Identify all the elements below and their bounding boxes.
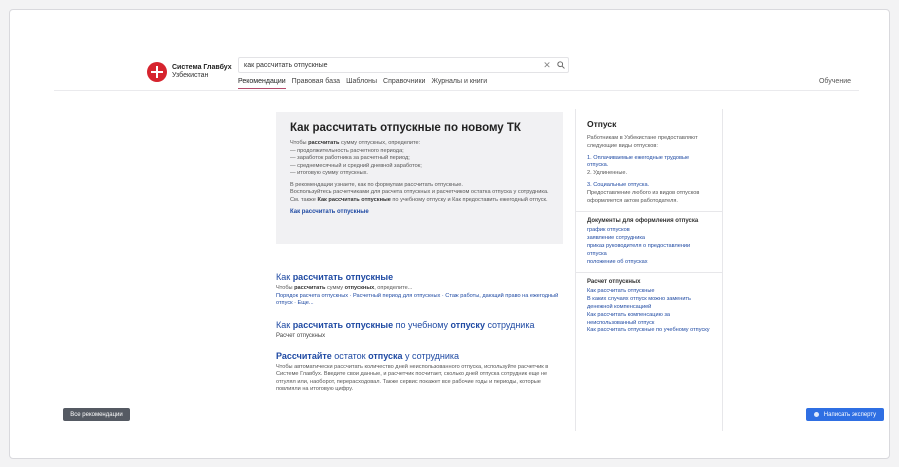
- search-result: Рассчитайте остаток отпуска у сотрудника…: [276, 351, 566, 394]
- calc-heading: Расчет отпускных: [587, 279, 641, 286]
- divider: [576, 211, 722, 213]
- ask-expert-button[interactable]: Написать эксперту: [806, 408, 884, 421]
- topic-sidebar: Отпуск Работникам в Узбекистане предоста…: [575, 109, 723, 431]
- logo-icon: [147, 62, 167, 82]
- tab-recommendations[interactable]: Рекомендации: [238, 78, 286, 89]
- search-tabs: Рекомендации Правовая база Шаблоны Справ…: [238, 78, 487, 89]
- doc-link[interactable]: график отпусков: [587, 227, 711, 235]
- header-divider: [54, 90, 859, 91]
- featured-answer: Как рассчитать отпускные по новому ТК Чт…: [276, 112, 563, 244]
- tab-templates[interactable]: Шаблоны: [346, 78, 377, 89]
- tab-handbooks[interactable]: Справочники: [383, 78, 425, 89]
- logo-region: Узбекистан: [172, 72, 209, 79]
- sidebar-link[interactable]: 3. Социальные отпуска.: [587, 182, 711, 190]
- list-item: итоговую сумму отпускных.: [290, 170, 549, 178]
- logo[interactable]: Система Главбух Узбекистан: [147, 62, 232, 82]
- sidebar-note: Предоставление любого из видов отпусков …: [587, 189, 700, 204]
- list-item: продолжительность расчетного периода;: [290, 148, 549, 156]
- search-icon[interactable]: [554, 61, 568, 69]
- featured-para-1: В рекомендации узнаете, как по формулам …: [290, 181, 463, 188]
- calc-link[interactable]: Как рассчитать отпускные: [587, 288, 711, 296]
- search-results: Как рассчитать отпускные Чтобы рассчитат…: [276, 272, 566, 406]
- featured-title[interactable]: Как рассчитать отпускные по новому ТК: [290, 122, 549, 134]
- calc-link[interactable]: В каких случаях отпуск можно заменить де…: [587, 296, 711, 312]
- result-links[interactable]: Порядок расчета отпускных · Расчетный пе…: [276, 293, 566, 308]
- doc-link[interactable]: положение об отпусках: [587, 259, 711, 267]
- result-subtitle: Расчет отпускных: [276, 332, 326, 339]
- search-input[interactable]: [244, 61, 540, 69]
- app-window: Система Главбух Узбекистан ✕ Рекомендаци…: [9, 9, 890, 459]
- list-item: заработок работника за расчетный период;: [290, 155, 549, 163]
- sidebar-link[interactable]: 1. Оплачиваемые ежегодные трудовые отпус…: [587, 155, 711, 171]
- search-result: Как рассчитать отпускные по учебному отп…: [276, 320, 566, 339]
- result-title[interactable]: Рассчитайте остаток отпуска у сотрудника: [276, 351, 566, 361]
- ask-expert-label: Написать эксперту: [823, 411, 877, 418]
- search-result: Как рассчитать отпускные Чтобы рассчитат…: [276, 272, 566, 308]
- result-title[interactable]: Как рассчитать отпускные: [276, 272, 566, 282]
- chat-icon: [813, 412, 819, 417]
- divider: [576, 272, 722, 274]
- featured-intro: Чтобы рассчитать сумму отпускных, опреде…: [290, 140, 421, 146]
- result-title[interactable]: Как рассчитать отпускные по учебному отп…: [276, 320, 566, 330]
- close-icon[interactable]: ✕: [540, 60, 554, 71]
- calc-link[interactable]: Как рассчитать отпускные по учебному отп…: [587, 327, 711, 335]
- search-bar: ✕: [238, 57, 569, 73]
- sidebar-item: 2. Удлиненные.: [587, 170, 628, 177]
- tab-journals[interactable]: Журналы и книги: [431, 78, 487, 89]
- doc-link[interactable]: заявление сотрудника: [587, 235, 711, 243]
- featured-para-2: Воспользуйтесь расчетчиками для расчета …: [290, 189, 549, 203]
- result-snippet: Чтобы рассчитать сумму отпускных, опреде…: [276, 285, 413, 291]
- sidebar-title: Отпуск: [587, 119, 617, 129]
- featured-link[interactable]: Как рассчитать отпускные: [290, 209, 549, 215]
- docs-heading: Документы для оформления отпуска: [587, 218, 699, 225]
- result-snippet: Чтобы автоматически рассчитать количеств…: [276, 363, 549, 393]
- calc-link[interactable]: Как рассчитать компенсацию за неиспользо…: [587, 312, 711, 328]
- list-item: среднемесячный и средний дневной заработ…: [290, 163, 549, 171]
- all-recommendations-button[interactable]: Все рекомендации: [63, 408, 130, 421]
- doc-link[interactable]: приказ руководителя о предоставлении отп…: [587, 243, 711, 259]
- tab-legal-base[interactable]: Правовая база: [292, 78, 340, 89]
- sidebar-intro: Работникам в Узбекистане предоставляют с…: [587, 135, 698, 149]
- training-link[interactable]: Обучение: [819, 78, 851, 85]
- logo-name: Система Главбух: [172, 64, 232, 71]
- featured-list: продолжительность расчетного периода; за…: [290, 148, 549, 178]
